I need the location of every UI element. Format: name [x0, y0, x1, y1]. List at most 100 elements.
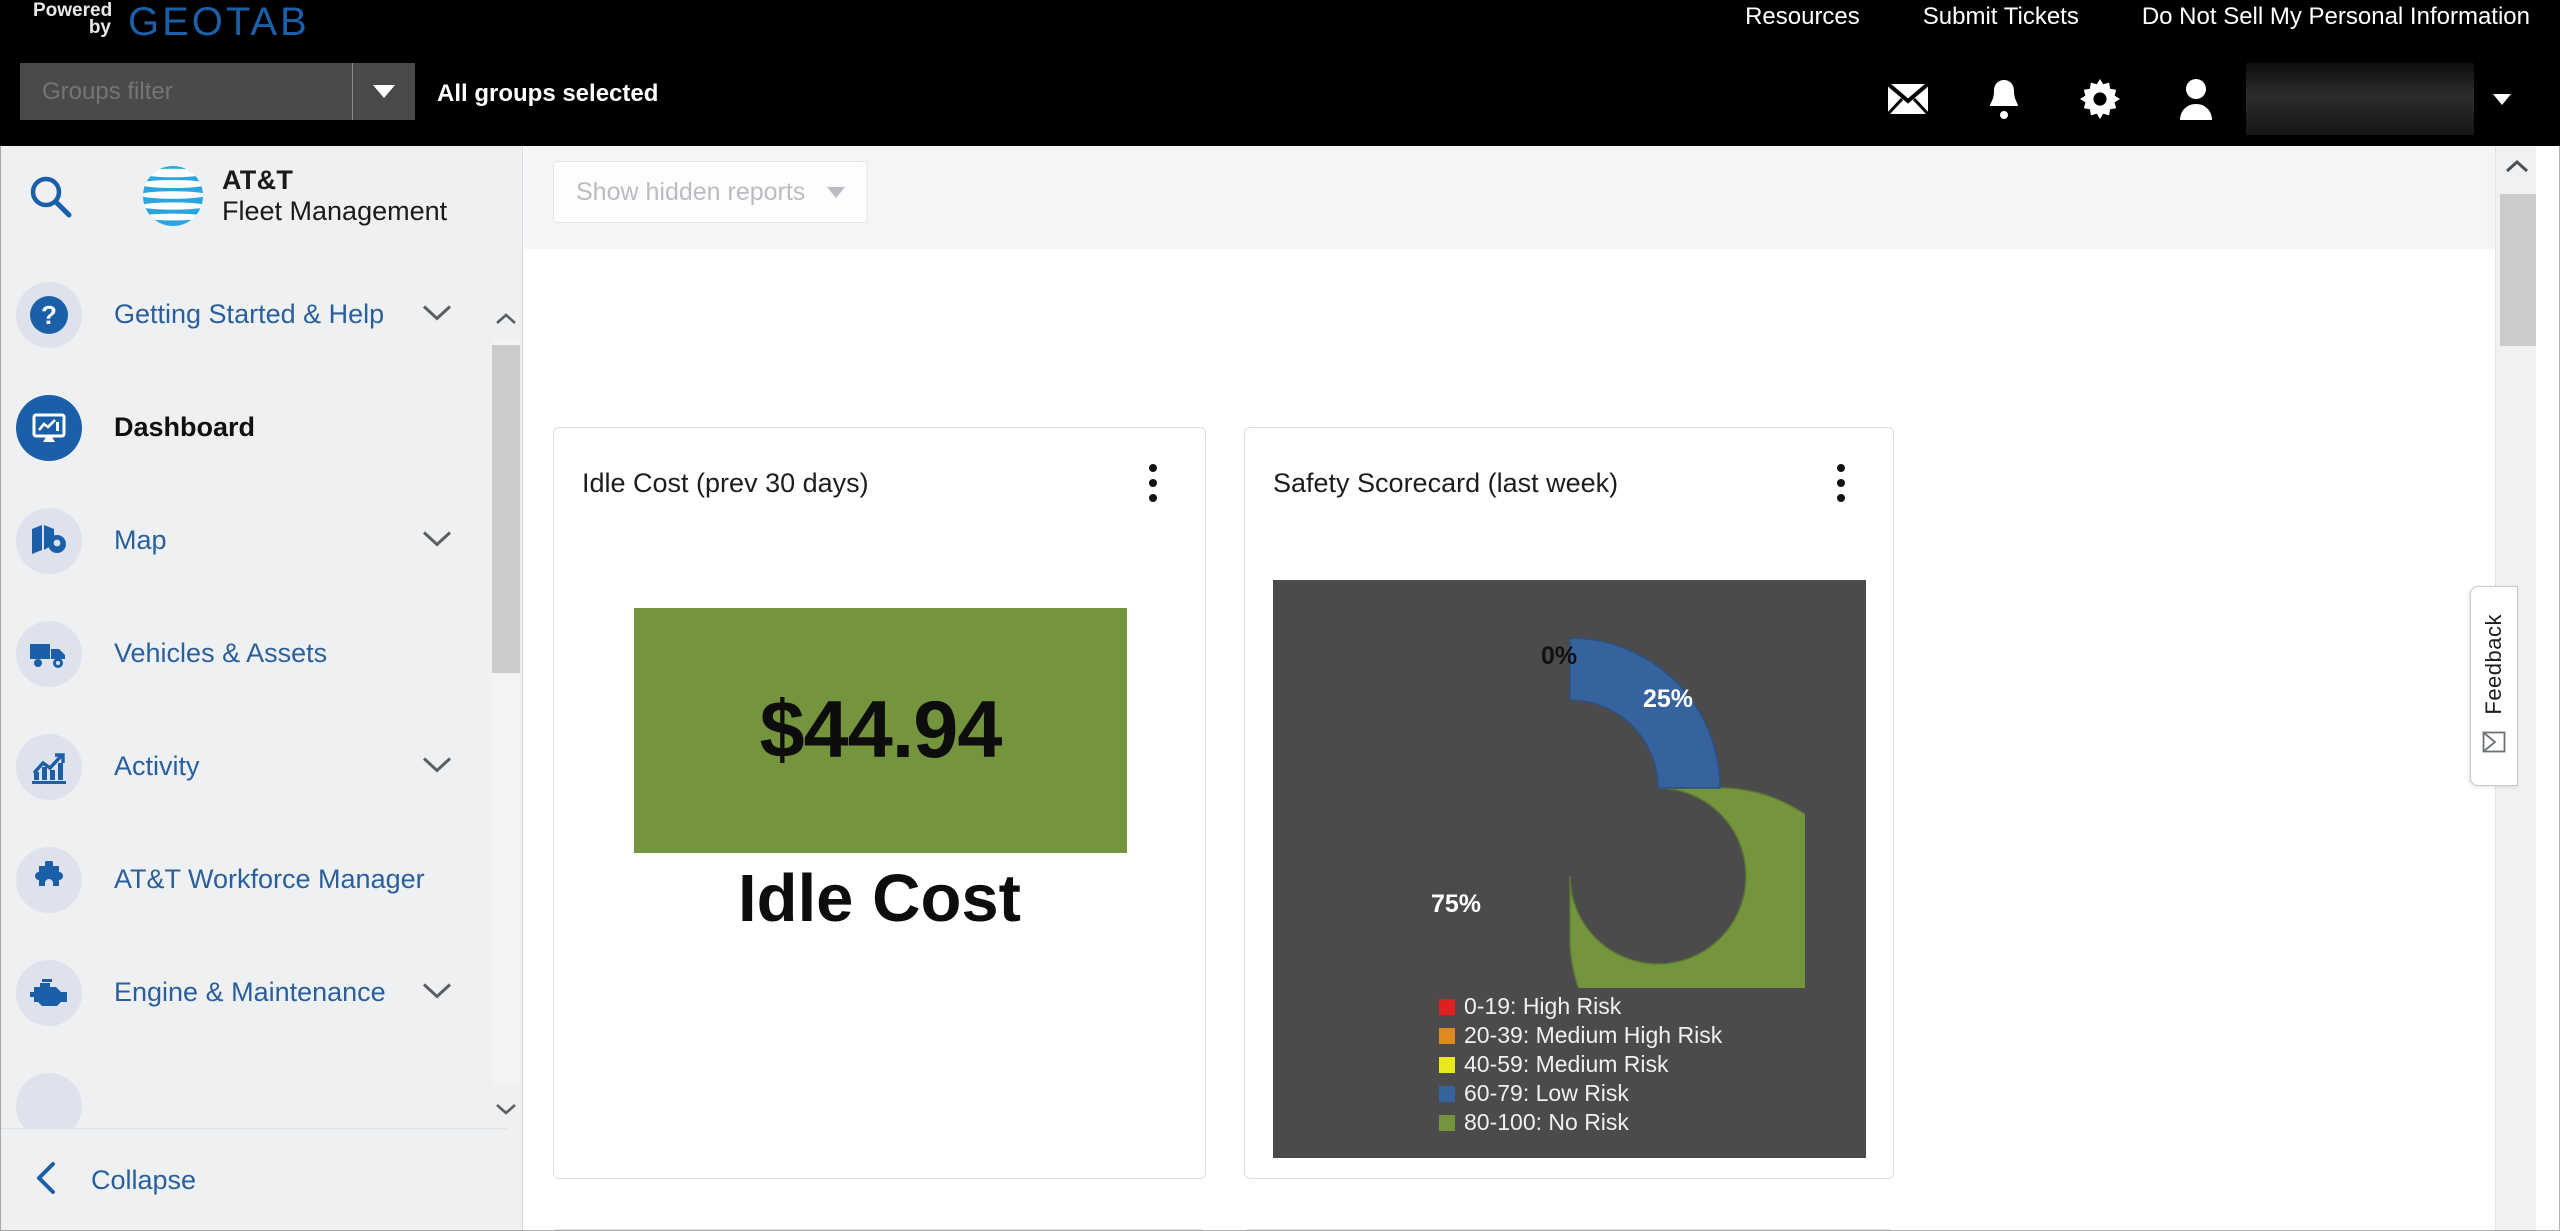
- legend-label: 20-39: Medium High Risk: [1464, 1022, 1723, 1048]
- sidebar-scrollbar-thumb[interactable]: [492, 345, 520, 673]
- sidebar-item-label: Dashboard: [114, 412, 256, 442]
- groups-selected-label: All groups selected: [437, 80, 659, 107]
- header-icon-group: [1860, 63, 2530, 135]
- card-title: Safety Scorecard (last week): [1273, 467, 1619, 498]
- chevron-down-icon[interactable]: [422, 529, 452, 552]
- map-icon: [16, 507, 82, 574]
- send-envelope-icon: [2482, 731, 2506, 758]
- card-menu-button[interactable]: [1819, 456, 1863, 510]
- sidebar-nav-list: ? Getting Started & Help Dashboard Map V…: [0, 258, 508, 1128]
- idle-cost-value-block: $44.94: [634, 608, 1127, 853]
- main-content: Show hidden reports Idle Cost (prev 30 d…: [524, 146, 2536, 1231]
- show-hidden-reports-dropdown[interactable]: Show hidden reports: [553, 161, 869, 223]
- user-icon[interactable]: [2148, 70, 2244, 128]
- chevron-down-icon: [827, 186, 846, 198]
- user-name-redacted: [2246, 63, 2474, 135]
- chevron-down-icon[interactable]: [422, 303, 452, 326]
- header-links: Resources Submit Tickets Do Not Sell My …: [1745, 3, 2530, 31]
- legend-swatch-medium-high-risk: [1439, 1027, 1455, 1044]
- search-icon[interactable]: [0, 174, 100, 218]
- engine-icon: [16, 959, 82, 1026]
- card-title: Idle Cost (prev 30 days): [582, 467, 869, 498]
- sidebar-item-workforce-manager[interactable]: AT&T Workforce Manager: [0, 823, 508, 936]
- scroll-down-icon[interactable]: [492, 1089, 520, 1129]
- sidebar-item-vehicles-assets[interactable]: Vehicles & Assets: [0, 597, 508, 710]
- sidebar-scrollbar[interactable]: [492, 299, 520, 1129]
- powered-by-line2: by: [88, 17, 111, 38]
- sidebar-item-partial[interactable]: [0, 1049, 508, 1128]
- header-link-do-not-sell[interactable]: Do Not Sell My Personal Information: [2142, 3, 2530, 31]
- att-fleet-logo: AT&T Fleet Management: [142, 165, 447, 228]
- chevron-down-icon: [2493, 93, 2511, 105]
- legend-item: 60-79: Low Risk: [1439, 1079, 1722, 1108]
- legend-label: 60-79: Low Risk: [1464, 1080, 1629, 1106]
- legend-swatch-no-risk: [1439, 1114, 1455, 1131]
- header-link-submit-tickets[interactable]: Submit Tickets: [1923, 3, 2079, 31]
- sidebar: AT&T Fleet Management ? Getting Started …: [0, 146, 523, 1231]
- sidebar-item-map[interactable]: Map: [0, 484, 508, 597]
- show-hidden-reports-label: Show hidden reports: [576, 177, 806, 206]
- sidebar-item-label: AT&T Workforce Manager: [114, 864, 425, 894]
- groups-filter-dropdown-toggle[interactable]: [352, 63, 415, 120]
- scroll-up-icon[interactable]: [492, 299, 520, 339]
- card-header: Safety Scorecard (last week): [1245, 428, 1893, 538]
- legend-item: 40-59: Medium Risk: [1439, 1050, 1722, 1079]
- sidebar-item-dashboard[interactable]: Dashboard: [0, 371, 508, 484]
- chart-icon: [16, 733, 82, 800]
- sidebar-item-label: Getting Started & Help: [114, 299, 385, 329]
- att-logo-line2: Fleet Management: [222, 196, 448, 226]
- sidebar-item-activity[interactable]: Activity: [0, 710, 508, 823]
- legend-swatch-low-risk: [1439, 1085, 1455, 1102]
- legend-item: 0-19: High Risk: [1439, 992, 1722, 1021]
- legend-swatch-medium-risk: [1439, 1056, 1455, 1073]
- dashboard-icon: [16, 394, 82, 461]
- sidebar-item-label: Vehicles & Assets: [114, 638, 328, 668]
- powered-by-label: Powered by: [33, 1, 112, 38]
- card-menu-button[interactable]: [1131, 456, 1175, 510]
- legend-label: 40-59: Medium Risk: [1464, 1051, 1669, 1077]
- geotab-logo: GEOTAB: [128, 0, 310, 44]
- safety-scorecard-chart: 0% 25% 75% 0-19: High Risk 20-39: Medium…: [1273, 580, 1866, 1158]
- partial-icon: [16, 1072, 82, 1128]
- idle-cost-value: $44.94: [759, 685, 1003, 775]
- att-logo-line1: AT&T: [222, 164, 294, 195]
- chevron-down-icon: [373, 85, 395, 98]
- sidebar-item-engine-maintenance[interactable]: Engine & Maintenance: [0, 936, 508, 1049]
- feedback-tab[interactable]: Feedback: [2470, 586, 2518, 786]
- idle-cost-card[interactable]: Idle Cost (prev 30 days) $44.94 Idle Cos…: [553, 427, 1206, 1179]
- donut-label-0: 0%: [1541, 642, 1578, 670]
- donut-label-75: 75%: [1431, 890, 1482, 918]
- mail-icon[interactable]: [1860, 70, 1956, 128]
- safety-scorecard-card[interactable]: Safety Scorecard (last week) 0% 25% 75%: [1244, 427, 1894, 1179]
- truck-icon: [16, 620, 82, 687]
- sidebar-item-label: Map: [114, 525, 167, 555]
- svg-text:?: ?: [41, 300, 57, 330]
- sidebar-item-getting-started[interactable]: ? Getting Started & Help: [0, 258, 508, 371]
- legend-swatch-high-risk: [1439, 998, 1455, 1015]
- chevron-down-icon[interactable]: [422, 755, 452, 778]
- puzzle-icon: [16, 846, 82, 913]
- main-scrollbar-thumb[interactable]: [2500, 194, 2536, 346]
- groups-filter-input[interactable]: [20, 63, 352, 120]
- legend-item: 20-39: Medium High Risk: [1439, 1021, 1722, 1050]
- chevron-left-icon: [33, 1161, 59, 1200]
- scroll-up-icon[interactable]: [2496, 146, 2536, 187]
- gear-icon[interactable]: [2052, 70, 2148, 128]
- feedback-label: Feedback: [2481, 614, 2506, 715]
- user-menu-toggle[interactable]: [2474, 70, 2530, 128]
- groups-filter[interactable]: [20, 63, 415, 120]
- sidebar-header: AT&T Fleet Management: [0, 146, 522, 246]
- card-header: Idle Cost (prev 30 days): [554, 428, 1205, 538]
- header-link-resources[interactable]: Resources: [1745, 3, 1860, 31]
- reports-toolbar: Show hidden reports: [524, 146, 2495, 249]
- donut-slice-green: [1568, 787, 1805, 988]
- bell-icon[interactable]: [1956, 70, 2052, 128]
- att-globe-icon: [143, 166, 203, 226]
- legend-label: 0-19: High Risk: [1464, 993, 1622, 1019]
- sidebar-collapse-label: Collapse: [91, 1164, 197, 1195]
- help-icon: ?: [16, 281, 82, 348]
- chevron-down-icon[interactable]: [422, 981, 452, 1004]
- sidebar-item-label: Activity: [114, 751, 200, 781]
- sidebar-item-label: Engine & Maintenance: [114, 977, 386, 1007]
- sidebar-collapse-button[interactable]: Collapse: [0, 1128, 507, 1231]
